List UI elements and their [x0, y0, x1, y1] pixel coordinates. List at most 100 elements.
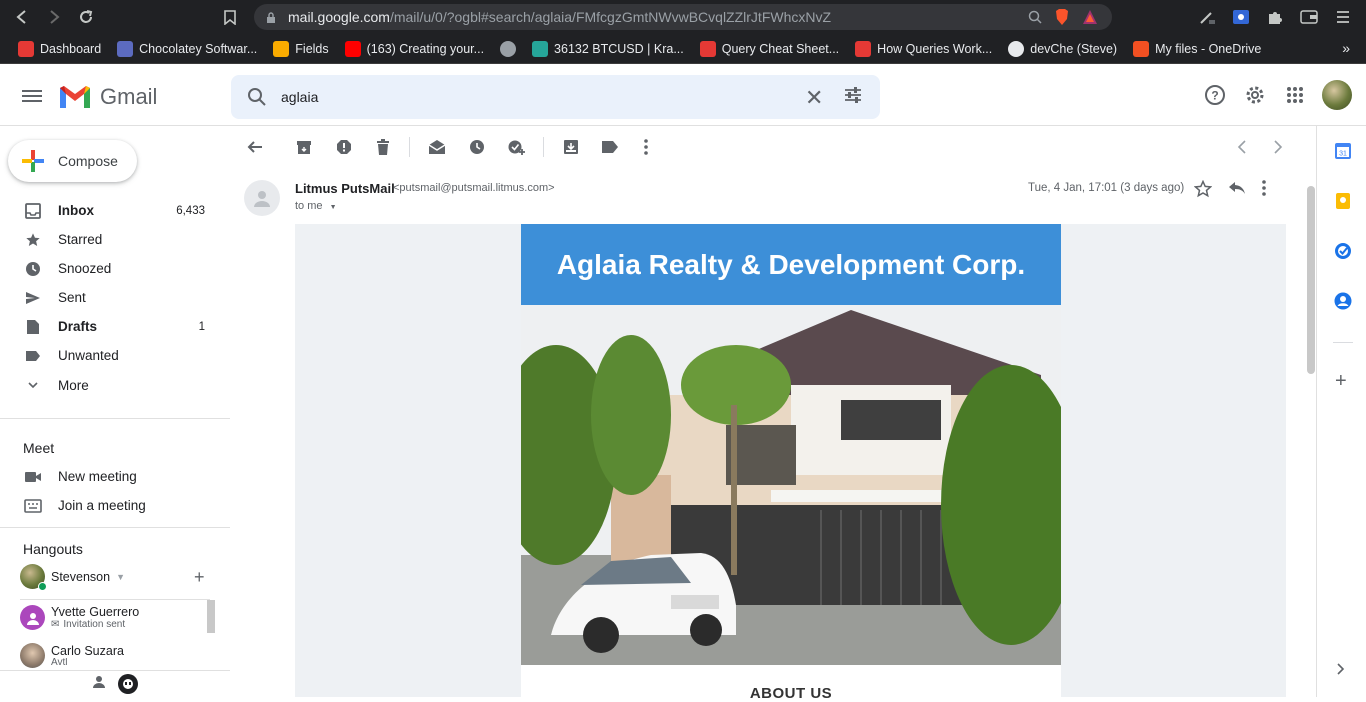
contacts-icon[interactable] — [1334, 292, 1352, 310]
older-message-icon[interactable] — [1268, 137, 1288, 157]
brave-rewards-icon[interactable] — [1082, 9, 1098, 28]
video-camera-icon — [25, 471, 41, 482]
search-options-icon[interactable] — [843, 85, 863, 110]
keyboard-icon — [24, 498, 42, 513]
back-icon[interactable] — [6, 0, 38, 34]
bookmark-item[interactable] — [494, 36, 522, 62]
zoom-icon[interactable] — [1028, 10, 1042, 27]
bookmark-item[interactable]: Query Cheat Sheet... — [694, 36, 845, 62]
contact-item[interactable]: Yvette Guerrero ✉ Invitation sent — [20, 605, 139, 630]
email-banner: Aglaia Realty & Development Corp. — [521, 224, 1061, 305]
address-bar[interactable]: mail.google.com/mail/u/0/?ogbl#search/ag… — [254, 4, 1112, 30]
hangouts-footer — [0, 670, 230, 697]
sidebar-item-label: Drafts — [58, 319, 98, 334]
meet-section-title: Meet — [23, 440, 55, 456]
sidebar-item-drafts[interactable]: Drafts 1 — [0, 312, 230, 341]
search-input[interactable] — [281, 85, 781, 109]
report-spam-icon[interactable] — [334, 137, 354, 157]
get-addons-icon[interactable]: + — [1335, 370, 1347, 393]
svg-text:31: 31 — [1339, 151, 1347, 158]
contact-name: Yvette Guerrero — [51, 605, 140, 619]
sidebar-item-inbox[interactable]: Inbox 6,433 — [0, 196, 230, 225]
new-meeting-label: New meeting — [58, 469, 137, 484]
sidebar-item-count: 1 — [198, 320, 205, 333]
sender-name[interactable]: Litmus PutsMail — [295, 181, 395, 196]
hangouts-section-title: Hangouts — [23, 541, 83, 557]
avatar — [20, 643, 45, 668]
contact-item[interactable]: Carlo Suzara Avtl — [20, 643, 124, 668]
bookmark-icon[interactable] — [214, 0, 246, 34]
new-meeting-link[interactable]: New meeting — [24, 469, 137, 484]
help-icon[interactable]: ? — [1202, 82, 1228, 108]
more-vert-icon[interactable] — [636, 137, 656, 157]
bookmarks-overflow-icon[interactable]: » — [1342, 40, 1350, 56]
screen-capture-icon[interactable] — [1226, 2, 1256, 32]
sidebar-item-more[interactable]: More — [0, 371, 230, 400]
bookmark-item[interactable]: (163) Creating your... — [339, 36, 490, 62]
star-icon — [24, 231, 42, 249]
github-icon — [1008, 40, 1025, 57]
bookmark-item[interactable]: Chocolatey Softwar... — [111, 36, 263, 62]
bookmark-item[interactable]: Fields — [267, 36, 334, 62]
browser-menu-icon[interactable] — [1328, 2, 1358, 32]
scrollbar-thumb[interactable] — [1307, 186, 1315, 374]
hangouts-self[interactable]: Stevenson ▼ — [20, 564, 125, 591]
account-avatar[interactable] — [1322, 80, 1352, 110]
gmail-logo[interactable]: Gmail — [58, 84, 157, 110]
calendar-icon[interactable]: 31 — [1334, 142, 1352, 160]
sidebar-item-starred[interactable]: Starred — [0, 225, 230, 254]
reload-icon[interactable] — [70, 0, 102, 34]
sidebar-item-sent[interactable]: Sent — [0, 283, 230, 312]
add-to-tasks-icon[interactable] — [507, 137, 527, 157]
star-icon[interactable] — [1193, 179, 1213, 203]
bookmark-item[interactable]: Dashboard — [12, 36, 107, 62]
snooze-icon[interactable] — [467, 137, 487, 157]
compose-button[interactable]: Compose — [8, 140, 137, 182]
wallet-icon[interactable] — [1294, 2, 1324, 32]
clear-search-icon[interactable]: ✕ — [805, 85, 823, 111]
hangouts-self-name: Stevenson — [51, 569, 111, 584]
reply-icon[interactable] — [1228, 180, 1246, 203]
keep-icon[interactable] — [1334, 192, 1352, 210]
bookmark-label: 36132 BTCUSD | Kra... — [554, 41, 684, 56]
sidebar-item-label: Sent — [58, 290, 86, 305]
join-meeting-link[interactable]: Join a meeting — [24, 498, 146, 513]
brave-shield-icon[interactable] — [1054, 8, 1070, 29]
sidebar-item-snoozed[interactable]: Snoozed — [0, 254, 230, 283]
bookmark-item[interactable]: 36132 BTCUSD | Kra... — [526, 36, 690, 62]
back-to-search-icon[interactable] — [245, 137, 265, 157]
apps-grid-icon[interactable] — [1282, 82, 1308, 108]
bookmark-label: (163) Creating your... — [366, 41, 485, 56]
bookmark-item[interactable]: devChe (Steve) — [1002, 36, 1123, 62]
move-to-icon[interactable] — [561, 137, 581, 157]
settings-gear-icon[interactable] — [1242, 82, 1268, 108]
about-us-heading: ABOUT US — [521, 665, 1061, 702]
label-icon[interactable] — [600, 137, 620, 157]
tasks-icon[interactable] — [1334, 242, 1352, 260]
add-contact-icon[interactable]: + — [194, 567, 205, 588]
bookmark-item[interactable]: My files - OneDrive — [1127, 36, 1267, 62]
archive-icon[interactable] — [294, 137, 314, 157]
microsoft-icon — [1133, 40, 1150, 57]
delete-icon[interactable] — [373, 137, 393, 157]
sidebar-item-unwanted[interactable]: Unwanted — [0, 341, 230, 370]
main-menu-icon[interactable] — [22, 87, 42, 107]
expand-panel-icon[interactable] — [1337, 662, 1345, 680]
message-scrollbar[interactable] — [1306, 186, 1316, 697]
newer-message-icon[interactable] — [1232, 137, 1252, 157]
mark-unread-icon[interactable] — [427, 137, 447, 157]
hangouts-icon[interactable] — [118, 674, 138, 694]
svg-text:?: ? — [1211, 89, 1218, 103]
bookmark-item[interactable]: How Queries Work... — [849, 36, 998, 62]
pen-extension-icon[interactable] — [1192, 2, 1222, 32]
bookmark-label: devChe (Steve) — [1030, 41, 1118, 56]
sidebar-item-label: Unwanted — [58, 348, 119, 363]
message-more-icon[interactable] — [1262, 180, 1266, 203]
forward-icon[interactable] — [38, 0, 70, 34]
person-icon[interactable] — [92, 675, 106, 694]
puzzle-extensions-icon[interactable] — [1260, 2, 1290, 32]
recipient-details[interactable]: to me ▼ — [295, 200, 337, 212]
search-icon[interactable] — [247, 87, 267, 112]
contacts-scrollbar[interactable] — [207, 600, 215, 633]
compose-plus-icon — [22, 150, 44, 172]
